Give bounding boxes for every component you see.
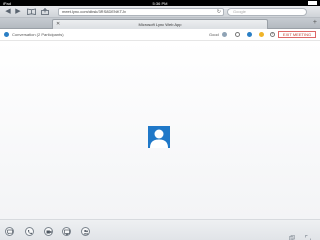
meeting-header: Conversation (2 Participants) Good ? EXI…: [0, 29, 320, 41]
new-tab-icon[interactable]: +: [313, 19, 317, 26]
help-icon[interactable]: ?: [270, 32, 275, 37]
im-icon: [7, 229, 13, 235]
tab-strip: ✕ Microsoft Lync Web App +: [0, 18, 320, 29]
meeting-controls: [0, 219, 320, 240]
phone-button[interactable]: [25, 227, 34, 236]
settings-icon[interactable]: [235, 32, 240, 37]
clock: 5:36 PM: [152, 0, 168, 6]
participants-icon: [83, 230, 89, 235]
exit-meeting-button[interactable]: EXIT MEETING: [278, 31, 316, 38]
search-placeholder: Google: [233, 9, 246, 14]
browser-toolbar: ◀ ▶ meet.lync.com/dbsk/3RS8DENKTJv ↻ Goo…: [0, 6, 320, 18]
present-button[interactable]: [62, 227, 71, 236]
back-icon[interactable]: ◀: [4, 8, 12, 16]
network-status-label: Good: [209, 32, 219, 37]
forward-icon[interactable]: ▶: [14, 8, 22, 16]
video-button[interactable]: [44, 227, 53, 236]
share-icon[interactable]: [40, 7, 50, 16]
participant-avatar[interactable]: [148, 126, 170, 148]
fullscreen-icon[interactable]: [305, 228, 311, 240]
im-button[interactable]: [5, 227, 14, 236]
search-input[interactable]: Google: [227, 8, 307, 16]
video-icon: [46, 230, 52, 234]
url-text: meet.lync.com/dbsk/3RS8DENKTJv: [62, 9, 127, 14]
exit-meeting-label: EXIT MEETING: [282, 32, 312, 37]
bookmarks-icon[interactable]: [26, 8, 36, 16]
lync-logo-icon: [4, 32, 9, 37]
address-bar[interactable]: meet.lync.com/dbsk/3RS8DENKTJv ↻: [58, 8, 224, 16]
conversation-title: Conversation (2 Participants): [12, 32, 64, 37]
participants-button[interactable]: [81, 227, 90, 236]
tab-title: Microsoft Lync Web App: [138, 22, 182, 27]
present-icon: [64, 229, 70, 235]
tab-active[interactable]: ✕ Microsoft Lync Web App: [52, 19, 268, 29]
battery-icon: [308, 1, 317, 5]
pop-out-icon[interactable]: [289, 228, 295, 240]
signal-icon[interactable]: [222, 32, 227, 37]
reload-icon[interactable]: ↻: [217, 9, 221, 15]
emoji-icon[interactable]: [259, 32, 264, 37]
phone-icon: [28, 230, 32, 234]
person-icon: [150, 129, 168, 148]
meeting-stage: [0, 41, 320, 219]
presence-icon[interactable]: [247, 32, 252, 37]
